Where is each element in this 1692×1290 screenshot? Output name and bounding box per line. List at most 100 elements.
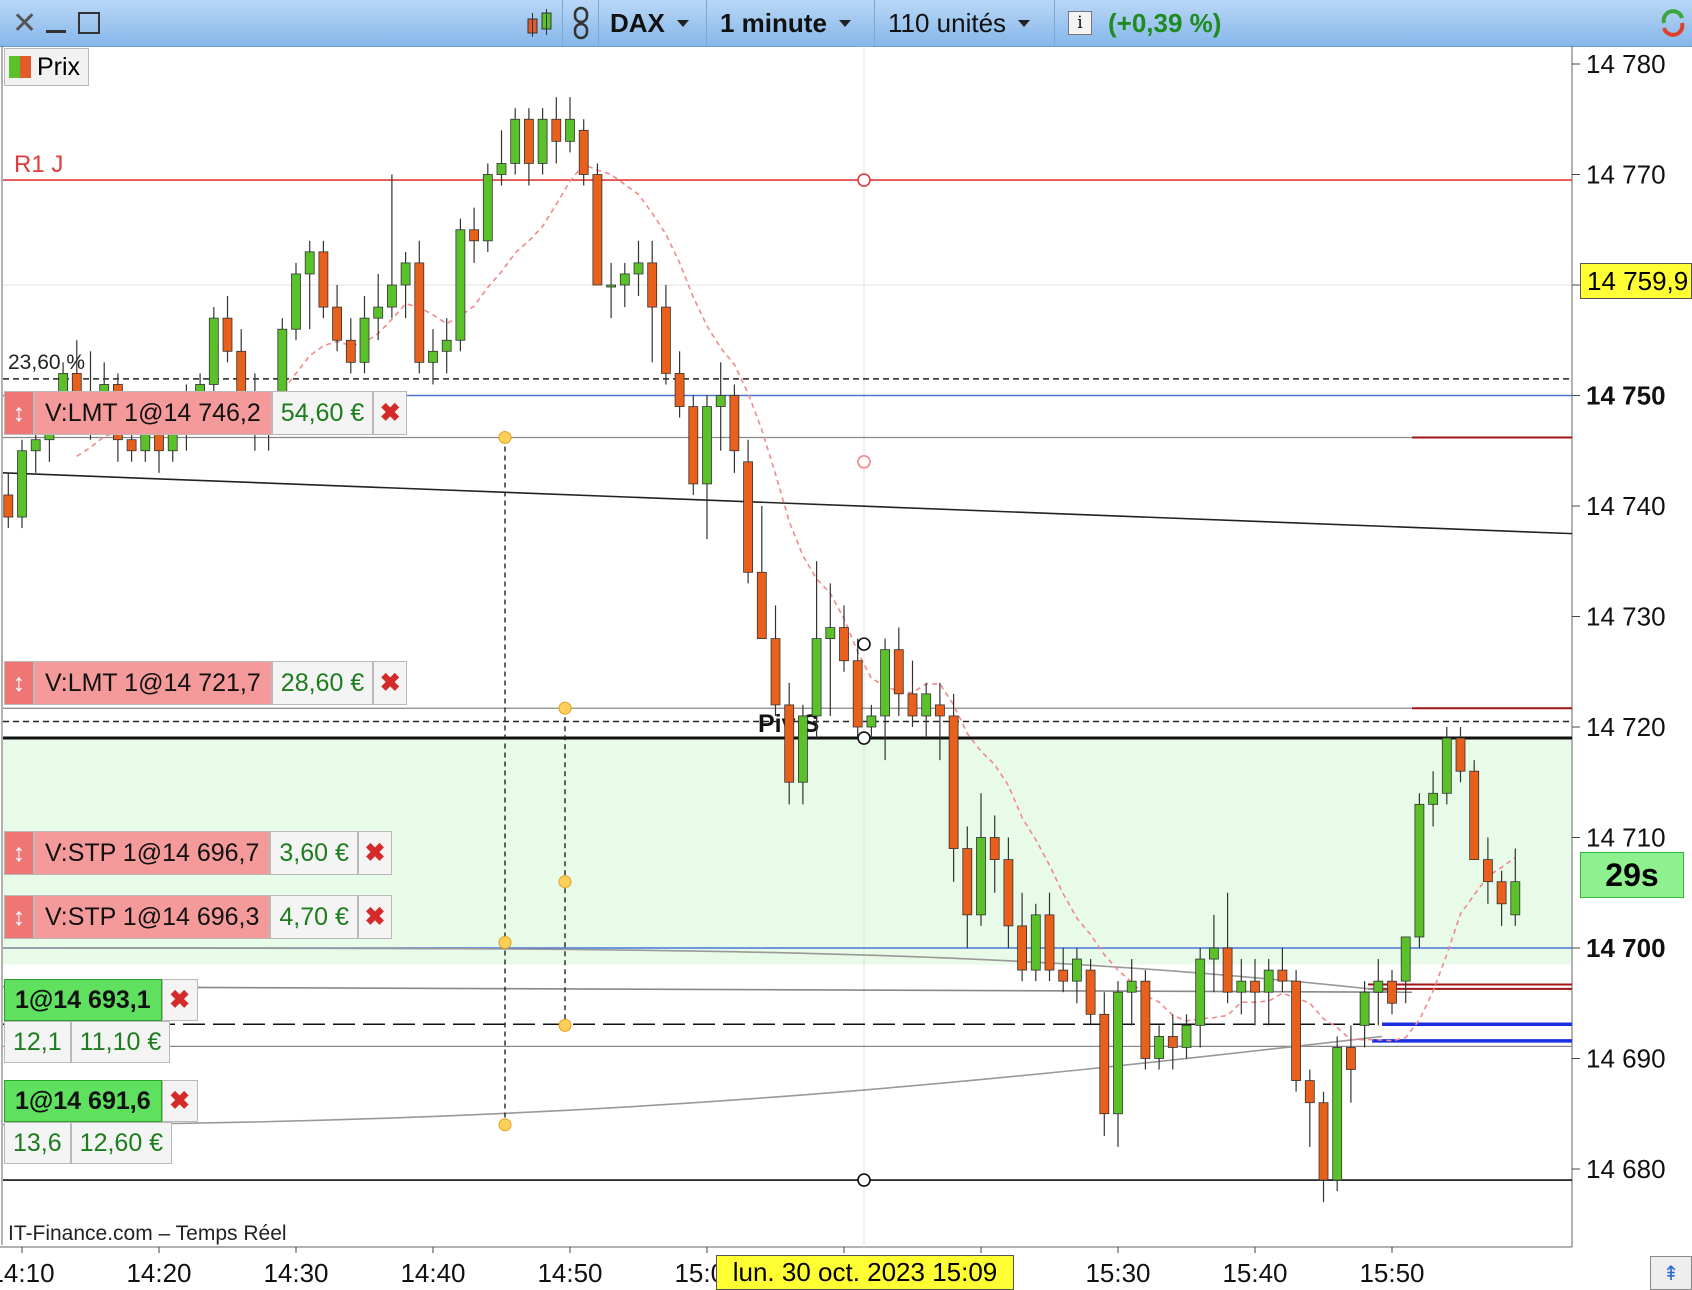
candle-body [702,406,712,485]
candle-body [729,395,740,452]
drag-handle-icon[interactable]: ↕ [4,831,34,875]
order-ticket-3[interactable]: ↕ V:STP 1@14 696,7 3,60 € ✖ [4,831,392,875]
x-tick-label: 15:30 [1085,1258,1150,1288]
order-ticket-1[interactable]: ↕ V:LMT 1@14 746,2 54,60 € ✖ [4,391,408,435]
candle [1332,1036,1343,1192]
y-tick-label: 14 680 [1586,1154,1666,1184]
position-2[interactable]: 1@14 691,6 ✖ 13,6 12,60 € [4,1080,198,1164]
chevron-down-icon [1018,19,1031,27]
candle-body [1017,925,1027,971]
candle [1167,1014,1178,1070]
candle-body [537,118,548,164]
order-label: V:LMT 1@14 746,2 [34,391,272,435]
info-icon[interactable]: i [1068,0,1092,46]
legend-label: Prix [37,52,81,81]
order-pnl: 3,60 € [270,831,358,875]
position-1[interactable]: 1@14 693,1 ✖ 12,1 11,10 € [4,979,198,1063]
cancel-order-icon[interactable]: ✖ [357,831,392,875]
candle-body [222,317,233,352]
close-position-icon[interactable]: ✖ [161,1080,198,1122]
candle [619,262,630,308]
candle [1263,959,1274,1026]
candle [1318,1091,1329,1203]
candle-body [1496,881,1507,905]
chart-type-icon[interactable] [524,0,556,46]
maximize-icon[interactable] [78,0,100,46]
candle-body [633,262,644,275]
y-tick-label: 14 710 [1586,823,1666,853]
candle [852,638,863,739]
candle [414,240,425,374]
candle [1030,903,1041,982]
minimize-icon[interactable] [46,0,66,46]
candle-body [1318,1102,1329,1181]
candle-body [1428,792,1438,805]
watermark: IT-Finance.com – Temps Réel [8,1222,287,1245]
units-select[interactable]: 110 unités [888,0,1031,46]
candle-body [3,494,14,518]
candle [291,262,301,341]
candle-body [1113,991,1123,1115]
candle [674,351,685,418]
candle-body [30,439,41,452]
order-handle-dot [498,430,512,444]
candle-body [839,627,849,662]
scroll-end-icon[interactable]: ⇞ [1650,1256,1692,1290]
cancel-order-icon[interactable]: ✖ [373,391,408,435]
candle [1414,793,1425,948]
order-handle-dot [498,935,512,949]
cancel-order-icon[interactable]: ✖ [357,895,392,939]
candle [428,329,438,385]
candle [633,240,644,297]
position-label: 1@14 693,1 [4,979,162,1021]
chevron-down-icon [676,19,689,27]
order-ticket-4[interactable]: ↕ V:STP 1@14 696,3 4,70 € ✖ [4,895,392,939]
drag-handle-icon[interactable]: ↕ [4,391,34,435]
candle [921,682,932,739]
refresh-icon[interactable] [1656,0,1690,46]
candle [1346,1025,1356,1103]
candle [743,439,753,584]
candle-body [510,118,521,164]
candle-body [1510,881,1521,916]
candle [551,97,562,164]
order-handle-dot [558,701,572,715]
close-icon[interactable]: ✕ [12,0,37,46]
trend-line [2,472,1573,535]
candle [893,627,904,716]
candle-body [798,715,808,783]
x-tick-label: 15:40 [1222,1258,1287,1288]
candle [578,119,589,186]
position-points: 12,1 [4,1021,71,1063]
drag-handle-icon[interactable]: ↕ [4,661,34,705]
candle-timer: 29s [1580,852,1684,898]
candle-body [1359,991,1370,1026]
close-position-icon[interactable]: ✖ [161,979,198,1021]
candle-body [1469,770,1480,861]
crosshair-marker [857,454,871,469]
cancel-order-icon[interactable]: ✖ [373,661,408,705]
interval-select[interactable]: 1 minute [720,0,851,46]
candle-body [318,251,329,308]
candle-body [551,118,562,142]
candle-body [441,339,452,352]
position-pnl: 11,10 € [70,1021,171,1063]
candle [756,506,767,639]
order-ticket-2[interactable]: ↕ V:LMT 1@14 721,7 28,60 € ✖ [4,661,408,705]
y-tick-label: 14 720 [1586,712,1666,742]
candle-body [866,715,877,728]
drag-handle-icon[interactable]: ↕ [4,895,34,939]
position-label: 1@14 691,6 [4,1080,162,1122]
candle [222,296,233,363]
y-tick-label: 14 730 [1586,602,1666,632]
candle-body [811,638,822,717]
series-legend[interactable]: Prix [4,48,90,86]
link-icon[interactable] [570,0,592,46]
order-pnl: 54,60 € [271,391,374,435]
candle [510,108,521,175]
candle [839,605,849,672]
candle-body [1373,980,1384,993]
candle-body [126,439,137,452]
instrument-select[interactable]: DAX [610,0,689,46]
candle-body [592,174,603,286]
